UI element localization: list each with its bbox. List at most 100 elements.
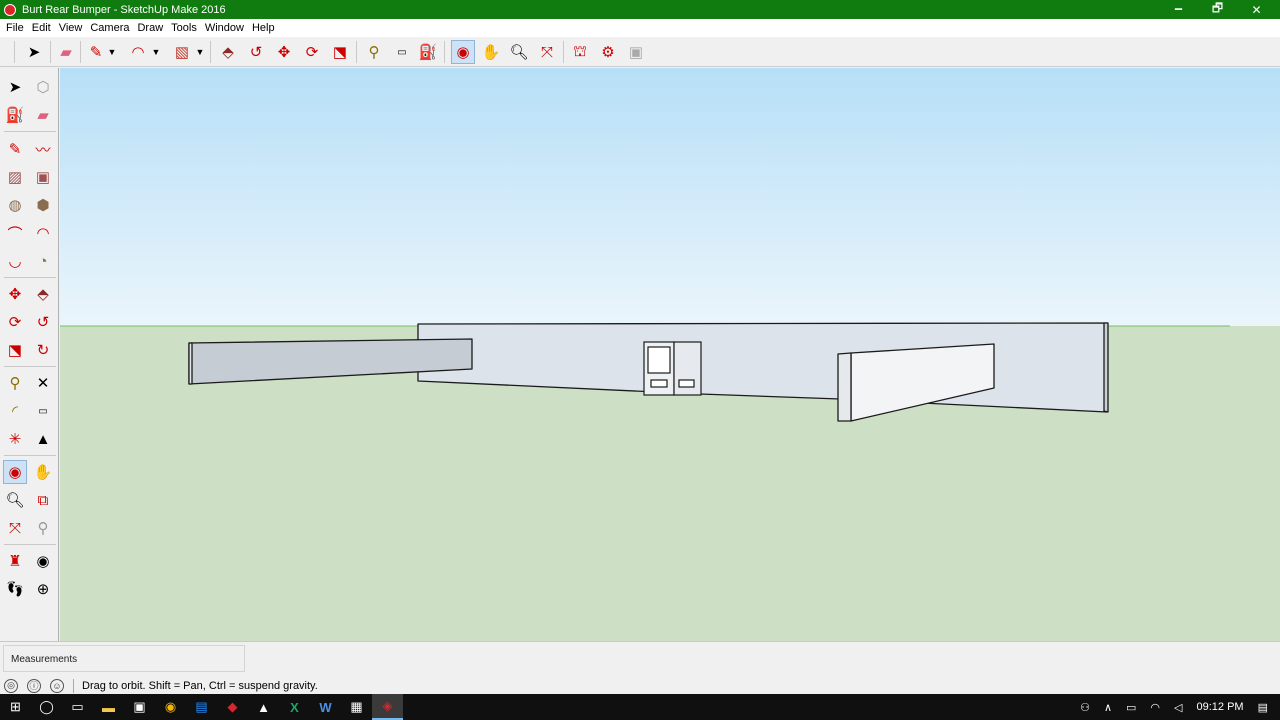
rotated-rectangle-icon[interactable]: ▣	[31, 165, 55, 189]
cortana-search-icon[interactable]: ◯	[31, 694, 62, 720]
menu-view[interactable]: View	[55, 22, 87, 34]
orbit-icon[interactable]: ◉	[3, 460, 27, 484]
geo-location-icon[interactable]: ◎	[4, 678, 18, 693]
follow-me-icon[interactable]: ↺	[31, 310, 55, 334]
menu-help[interactable]: Help	[248, 22, 279, 34]
show-hidden-icons-icon[interactable]: ∧	[1104, 701, 1112, 714]
rotate-icon[interactable]: ⟳	[3, 310, 27, 334]
rotate-icon[interactable]: ⟳	[300, 40, 324, 64]
make-component-icon[interactable]: ⬡	[31, 75, 55, 99]
hitch-receiver-left[interactable]	[643, 341, 675, 396]
three-point-arc-icon[interactable]: ◡	[3, 249, 27, 273]
push-pull-icon[interactable]: ⬘	[31, 282, 55, 306]
menu-tools[interactable]: Tools	[167, 22, 201, 34]
media-app-icon[interactable]: ▣	[124, 694, 155, 720]
menu-window[interactable]: Window	[201, 22, 248, 34]
paint-bucket-icon[interactable]: ⛽	[3, 103, 27, 127]
pan-icon[interactable]: ✋	[479, 40, 503, 64]
layout-icon[interactable]: ▣	[624, 40, 648, 64]
freehand-icon[interactable]: 〰	[31, 137, 55, 161]
two-point-arc-icon[interactable]: ◠	[31, 221, 55, 245]
axes-icon[interactable]: ✳	[3, 427, 27, 451]
dropdown-arrow-icon[interactable]: ▼	[106, 40, 118, 64]
zoom-extents-icon[interactable]: ⤧	[535, 40, 559, 64]
credits-icon[interactable]: ⓘ	[27, 678, 41, 693]
menu-draw[interactable]: Draw	[133, 22, 167, 34]
outlook-icon[interactable]: ▤	[186, 694, 217, 720]
action-center-icon[interactable]: ▤	[1258, 701, 1268, 714]
word-icon[interactable]: W	[310, 694, 341, 720]
move-icon[interactable]: ✥	[272, 40, 296, 64]
measurements-box[interactable]: Measurements	[3, 645, 245, 672]
status-divider	[73, 678, 74, 693]
dropdown-arrow-icon[interactable]: ▼	[150, 40, 162, 64]
window-title: Burt Rear Bumper - SketchUp Make 2016	[22, 3, 226, 16]
warehouse-icon[interactable]: ⛫	[568, 40, 592, 64]
scale-icon[interactable]: ⬔	[328, 40, 352, 64]
menu-camera[interactable]: Camera	[86, 22, 133, 34]
rectangle-tool-icon[interactable]: ▨	[3, 165, 27, 189]
menu-file[interactable]: File	[2, 22, 28, 34]
zoom-window-icon[interactable]: ⧉	[31, 488, 55, 512]
dropdown-arrow-icon[interactable]: ▼	[194, 40, 206, 64]
arc-tool-icon[interactable]: ⌒	[3, 221, 27, 245]
hitch-receiver-right[interactable]	[673, 341, 702, 396]
position-camera-icon[interactable]: ♜	[3, 549, 27, 573]
tape-measure-icon[interactable]: ⚲	[3, 371, 27, 395]
volume-icon[interactable]: ◁	[1174, 701, 1182, 714]
look-around-icon[interactable]: ◉	[31, 549, 55, 573]
follow-me-icon[interactable]: ↺	[244, 40, 268, 64]
select-icon[interactable]: ➤	[22, 40, 46, 64]
chrome-icon[interactable]: ◉	[155, 694, 186, 720]
push-pull-icon[interactable]: ⬘	[216, 40, 240, 64]
menu-edit[interactable]: Edit	[28, 22, 55, 34]
walk-icon[interactable]: 👣︎	[3, 577, 27, 601]
offset-icon[interactable]: ↻	[31, 338, 55, 362]
sketchup-icon[interactable]: ◈	[372, 694, 403, 720]
eraser-icon[interactable]: ▰	[31, 103, 55, 127]
restore-button[interactable]: 🗗	[1198, 0, 1237, 19]
excel-icon[interactable]: X	[279, 694, 310, 720]
select-icon[interactable]: ➤	[3, 75, 27, 99]
model-canvas[interactable]	[60, 68, 1280, 641]
scale-icon[interactable]: ⬔	[3, 338, 27, 362]
circle-tool-icon[interactable]: ◍	[3, 193, 27, 217]
polygon-tool-icon[interactable]: ⬢	[31, 193, 55, 217]
move-icon[interactable]: ✥	[3, 282, 27, 306]
orbit-icon[interactable]: ◉	[451, 40, 475, 64]
close-button[interactable]: ✕	[1237, 0, 1276, 19]
zoom-icon[interactable]: 🔍︎	[507, 40, 531, 64]
calculator-icon[interactable]: ▦	[341, 694, 372, 720]
minimize-button[interactable]: 🗕	[1159, 0, 1198, 19]
dimension-icon[interactable]: ✕	[31, 371, 55, 395]
tape-measure-icon[interactable]: ⚲	[362, 40, 386, 64]
clock[interactable]: 09:12 PM	[1197, 701, 1244, 713]
section-plane-icon[interactable]: ⊕	[31, 577, 55, 601]
zoom-extents-icon[interactable]: ⤧	[3, 516, 27, 540]
pie-icon[interactable]: ◔	[31, 249, 55, 273]
text-tool-icon[interactable]: ▭	[31, 399, 55, 423]
paint-bucket-icon[interactable]: ⛽	[416, 40, 440, 64]
line-tool-icon[interactable]: ✎	[84, 40, 108, 64]
text-tool-icon[interactable]: ▭	[390, 40, 414, 64]
wifi-icon[interactable]: ◠	[1150, 701, 1160, 714]
previous-view-icon[interactable]: ⚲	[31, 516, 55, 540]
windows-start-icon[interactable]: ⊞	[0, 694, 31, 720]
photos-icon[interactable]: ▲	[248, 694, 279, 720]
eraser-icon[interactable]: ▰	[54, 40, 78, 64]
people-icon[interactable]: ⚇	[1080, 701, 1090, 714]
task-view-icon[interactable]: ▭	[62, 694, 93, 720]
rectangle-tool-icon[interactable]: ▧	[170, 40, 194, 64]
arc-tool-icon[interactable]: ◠	[126, 40, 150, 64]
file-explorer-icon[interactable]: ▬	[93, 694, 124, 720]
battery-icon[interactable]: ▭	[1126, 701, 1136, 714]
pan-icon[interactable]: ✋	[31, 460, 55, 484]
extension-warehouse-icon[interactable]: ⚙	[596, 40, 620, 64]
3d-text-icon[interactable]: ▲	[31, 427, 55, 451]
zoom-icon[interactable]: 🔍︎	[3, 488, 27, 512]
3d-viewport[interactable]	[60, 68, 1280, 641]
app-icon[interactable]: ◆	[217, 694, 248, 720]
protractor-icon[interactable]: ◜	[3, 399, 27, 423]
user-account-icon[interactable]: ☺	[50, 678, 64, 693]
line-tool-icon[interactable]: ✎	[3, 137, 27, 161]
